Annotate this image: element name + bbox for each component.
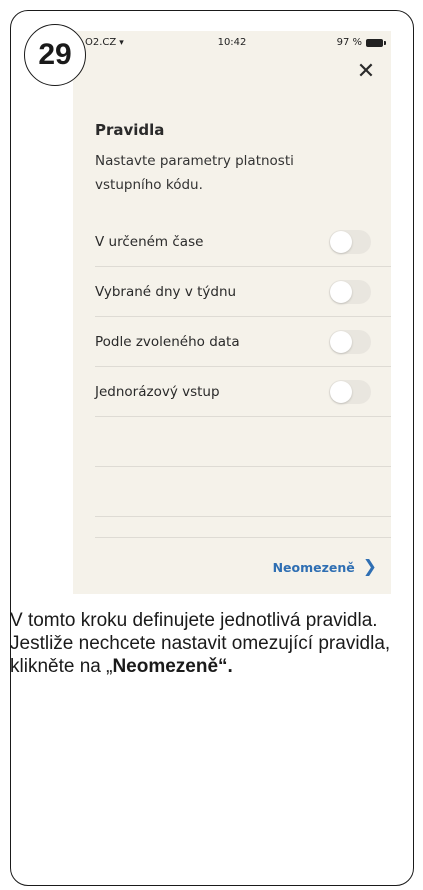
empty-row bbox=[95, 467, 391, 517]
battery-percent: 97 % bbox=[336, 37, 362, 48]
battery-icon bbox=[366, 38, 386, 47]
rule-item[interactable]: Vybrané dny v týdnu bbox=[95, 267, 391, 317]
toggle-knob bbox=[330, 330, 352, 353]
rule-label: V určeném čase bbox=[95, 233, 204, 250]
footer-divider bbox=[95, 537, 391, 538]
empty-row bbox=[95, 417, 391, 467]
page-title: Pravidla bbox=[95, 121, 165, 139]
rule-label: Jednorázový vstup bbox=[95, 383, 220, 400]
toggle-knob bbox=[330, 230, 352, 253]
rule-toggle[interactable] bbox=[329, 279, 371, 304]
rule-item[interactable]: Podle zvoleného data bbox=[95, 317, 391, 367]
rule-item[interactable]: V určeném čase bbox=[95, 217, 391, 267]
phone-screen: O2.CZ ▾ 10:42 97 % ✕ Pravidla Nastavte pa… bbox=[73, 31, 391, 594]
step-number-badge: 29 bbox=[24, 24, 86, 86]
toggle-knob bbox=[330, 380, 352, 403]
instruction-highlight: Neomezeně“. bbox=[112, 656, 233, 677]
unlimited-button[interactable]: Neomezeně ❯ bbox=[273, 559, 377, 576]
step-card: 29 O2.CZ ▾ 10:42 97 % ✕ Pravidla Nastavte… bbox=[10, 10, 414, 886]
unlimited-label: Neomezeně bbox=[272, 560, 355, 575]
rule-toggle[interactable] bbox=[329, 379, 371, 404]
rule-label: Vybrané dny v týdnu bbox=[95, 283, 237, 300]
toggle-knob bbox=[330, 280, 352, 303]
instruction-text: V tomto kroku definujete jednotlivá prav… bbox=[10, 609, 408, 678]
close-icon[interactable]: ✕ bbox=[355, 61, 377, 83]
step-number: 29 bbox=[38, 38, 72, 71]
battery-status: 97 % bbox=[336, 37, 386, 48]
rule-label: Podle zvoleného data bbox=[95, 333, 240, 350]
rule-toggle[interactable] bbox=[329, 329, 371, 354]
rules-header: Pravidla Nastavte parametry platnosti vs… bbox=[95, 121, 391, 197]
page-subtitle: Nastavte parametry platnosti vstupního k… bbox=[95, 153, 294, 193]
rules-list: V určeném čase Vybrané dny v týdnu Podle… bbox=[95, 217, 391, 517]
chevron-right-icon: ❯ bbox=[362, 557, 377, 577]
rule-item[interactable]: Jednorázový vstup bbox=[95, 367, 391, 417]
rule-toggle[interactable] bbox=[329, 229, 371, 254]
status-bar: O2.CZ ▾ 10:42 97 % bbox=[73, 31, 391, 57]
